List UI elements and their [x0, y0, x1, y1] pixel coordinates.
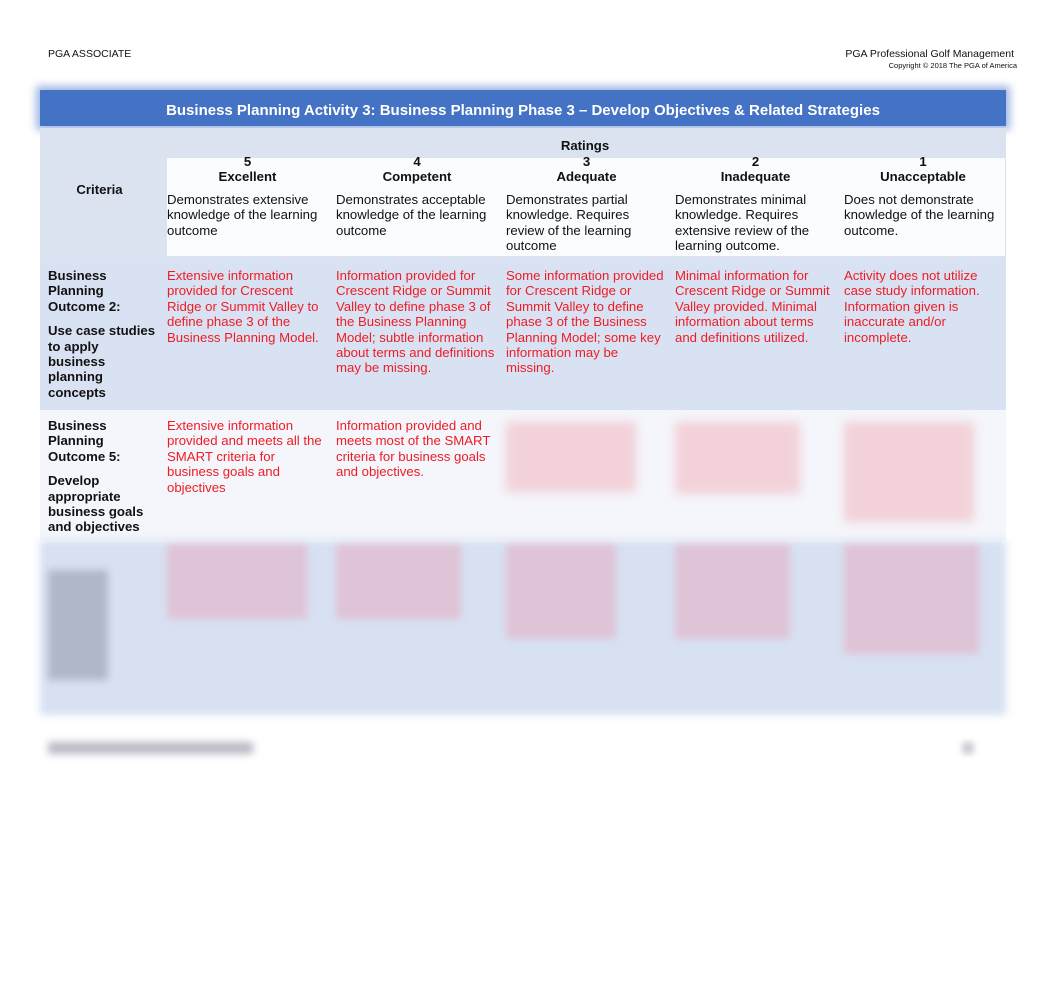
level-score: 1: [919, 154, 927, 169]
level-name: Adequate: [556, 169, 617, 185]
activity-title: Business Planning Activity 3: Business P…: [40, 90, 1006, 126]
level-score: 4: [413, 154, 421, 169]
outcome-detail: Use case studies to apply business plann…: [48, 323, 156, 400]
level-header: 2 Inadequate Demonstrates minimal knowle…: [671, 128, 840, 260]
level-score: 5: [243, 154, 252, 169]
level-name: Unacceptable: [880, 169, 966, 185]
rating-cell: Activity does not utilize case study inf…: [844, 268, 980, 345]
level-header: 4 Competent Demonstrates acceptable know…: [332, 128, 502, 260]
level-score: 2: [751, 154, 760, 169]
rating-cell: Extensive information provided for Cresc…: [167, 268, 319, 345]
criteria-cell: Business Planning Outcome 5: Develop app…: [40, 410, 163, 540]
rating-cell: Information provided and meets most of t…: [336, 418, 491, 480]
rating-cell-obscured: [502, 410, 671, 540]
rating-cell-obscured: [671, 410, 840, 540]
page-number-obscured: [962, 742, 974, 754]
rating-cell-obscured: [502, 540, 671, 715]
rubric-row-outcome-5: Business Planning Outcome 5: Develop app…: [40, 410, 1006, 540]
footer-text-obscured: [48, 742, 253, 754]
rating-cell: Some information provided for Crescent R…: [506, 268, 664, 376]
rating-cell: Extensive information provided and meets…: [167, 418, 322, 495]
rubric-header-row: Ratings Criteria 5 Excellent Demonstrate…: [40, 128, 1006, 260]
rating-cell-obscured: [163, 540, 332, 715]
level-description: Demonstrates extensive knowledge of the …: [167, 191, 318, 238]
level-name: Inadequate: [720, 169, 791, 185]
outcome-title: Business Planning Outcome 5:: [48, 418, 121, 464]
rating-cell-obscured: [840, 540, 1006, 715]
criteria-header: Criteria: [40, 128, 163, 252]
outcome-title: Business Planning Outcome 2:: [48, 268, 121, 314]
rating-cell-obscured: [332, 540, 502, 715]
level-description: Demonstrates minimal knowledge. Requires…: [675, 191, 810, 254]
criteria-cell-obscured: [40, 540, 163, 715]
level-description: Demonstrates partial knowledge. Requires…: [506, 191, 632, 254]
level-name: Excellent: [218, 169, 277, 185]
level-score: 3: [582, 154, 591, 169]
outcome-detail: Develop appropriate business goals and o…: [48, 473, 144, 535]
level-header: 5 Excellent Demonstrates extensive knowl…: [163, 128, 332, 260]
program-title: PGA Professional Golf Management: [845, 48, 1014, 60]
level-header: 1 Unacceptable Does not demonstrate know…: [840, 128, 1006, 260]
rating-cell: Minimal information for Crescent Ridge o…: [675, 268, 830, 345]
criteria-cell: Business Planning Outcome 2: Use case st…: [40, 260, 163, 410]
level-description: Demonstrates acceptable knowledge of the…: [336, 191, 487, 238]
level-name: Competent: [382, 169, 452, 185]
rating-cell-obscured: [671, 540, 840, 715]
criteria-label: Criteria: [76, 182, 123, 198]
copyright-text: Copyright © 2018 The PGA of America: [888, 61, 1017, 70]
rubric-row-outcome-2: Business Planning Outcome 2: Use case st…: [40, 260, 1006, 410]
header-left-label: PGA ASSOCIATE: [48, 48, 132, 60]
rating-cell-obscured: [840, 410, 1006, 540]
level-header: 3 Adequate Demonstrates partial knowledg…: [502, 128, 671, 260]
rubric-row-obscured: [40, 540, 1006, 715]
rubric-table: Ratings Criteria 5 Excellent Demonstrate…: [40, 128, 1006, 715]
level-description: Does not demonstrate knowledge of the le…: [844, 191, 995, 238]
rating-cell: Information provided for Crescent Ridge …: [336, 268, 495, 376]
header-right: PGA Professional Golf Management Copyrig…: [845, 48, 1017, 72]
